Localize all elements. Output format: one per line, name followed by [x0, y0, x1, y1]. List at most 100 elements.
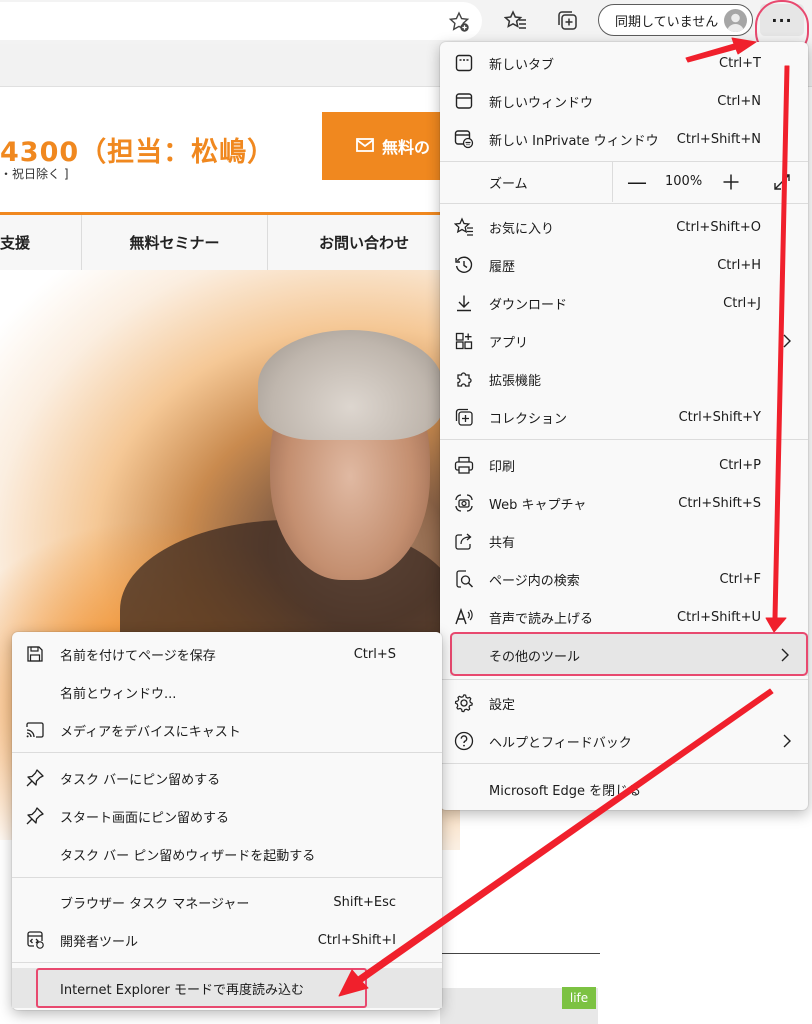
fullscreen-icon — [774, 174, 790, 190]
menu-item-new-window[interactable]: 新しいウィンドウ Ctrl+N — [440, 82, 808, 120]
submenu-item-task-manager[interactable]: ブラウザー タスク マネージャー Shift+Esc — [12, 883, 442, 921]
menu-item-label: Microsoft Edge を閉じる — [489, 783, 642, 799]
menu-item-read-aloud[interactable]: 音声で読み上げる Ctrl+Shift+U — [440, 598, 808, 636]
submenu-item-cast-media[interactable]: メディアをデバイスにキャスト — [12, 711, 442, 749]
submenu-item-label: 名前を付けてページを保存 — [60, 648, 216, 664]
menu-item-shortcut: Ctrl+T — [719, 55, 761, 71]
menu-item-history[interactable]: 履歴 Ctrl+H — [440, 246, 808, 284]
menu-item-label: 共有 — [489, 535, 516, 551]
zoom-in-button[interactable] — [719, 170, 743, 194]
menu-item-share[interactable]: 共有 — [440, 522, 808, 560]
address-bar[interactable] — [0, 2, 482, 40]
submenu-item-shortcut: Ctrl+S — [353, 646, 396, 662]
menu-item-label: Web キャプチャ — [489, 497, 587, 513]
menu-item-label: ダウンロード — [489, 297, 568, 313]
collections-icon[interactable] — [554, 7, 582, 35]
menu-item-collections[interactable]: コレクション Ctrl+Shift+Y — [440, 398, 808, 436]
submenu-item-save-page[interactable]: 名前を付けてページを保存 Ctrl+S — [12, 635, 442, 673]
extensions-icon — [454, 369, 474, 389]
pin-icon — [25, 768, 45, 788]
submenu-item-name-window[interactable]: 名前とウィンドウ... — [12, 673, 442, 711]
menu-item-settings[interactable]: 設定 — [440, 684, 808, 722]
menu-item-shortcut: Ctrl+Shift+S — [678, 495, 761, 511]
plus-icon — [723, 174, 739, 190]
site-navigation: 支援 無料セミナー お問い合わせ — [0, 212, 460, 270]
menu-item-find-on-page[interactable]: ページ内の検索 Ctrl+F — [440, 560, 808, 598]
menu-item-shortcut: Ctrl+Shift+Y — [678, 409, 761, 425]
submenu-item-pin-wizard[interactable]: タスク バー ピン留めウィザードを起動する — [12, 835, 442, 873]
zoom-level: 100% — [665, 174, 703, 189]
apps-icon — [454, 331, 474, 351]
add-favorite-icon[interactable] — [445, 8, 473, 36]
menu-item-label: 新しいウィンドウ — [489, 95, 594, 111]
menu-item-new-inprivate[interactable]: 新しい InPrivate ウィンドウ Ctrl+Shift+N — [440, 120, 808, 158]
zoom-out-button[interactable]: — — [625, 170, 649, 194]
phone-number-heading: 4300（担当：松嶋） — [0, 137, 276, 168]
nav-item-contact[interactable]: お問い合わせ — [268, 215, 460, 270]
submenu-item-devtools[interactable]: 開発者ツール Ctrl+Shift+I — [12, 921, 442, 959]
menu-item-close-edge[interactable]: Microsoft Edge を閉じる — [440, 770, 808, 808]
devtools-icon — [25, 930, 45, 950]
submenu-item-label: タスク バー ピン留めウィザードを起動する — [60, 848, 316, 864]
submenu-item-label: スタート画面にピン留めする — [60, 810, 230, 826]
nav-item-seminar[interactable]: 無料セミナー — [82, 215, 268, 270]
submenu-item-pin-taskbar[interactable]: タスク バーにピン留めする — [12, 759, 442, 797]
menu-item-extensions[interactable]: 拡張機能 — [440, 360, 808, 398]
menu-item-apps[interactable]: アプリ — [440, 322, 808, 360]
mail-icon — [356, 137, 374, 153]
zoom-controls: — 100% — [612, 162, 773, 202]
favorites-icon — [454, 217, 474, 237]
zoom-label: ズーム — [489, 177, 528, 192]
free-consult-label: 無料の — [382, 138, 431, 157]
read-aloud-icon — [454, 607, 474, 627]
pin-icon — [25, 806, 45, 826]
menu-item-downloads[interactable]: ダウンロード Ctrl+J — [440, 284, 808, 322]
new-tab-icon — [454, 53, 474, 73]
hero-surfer-hair — [258, 330, 443, 440]
nav-item-support[interactable]: 支援 — [0, 215, 82, 270]
menu-item-new-tab[interactable]: 新しいタブ Ctrl+T — [440, 44, 808, 82]
find-icon — [454, 569, 474, 589]
settings-icon — [454, 693, 474, 713]
menu-divider — [440, 679, 808, 680]
submenu-item-shortcut: Shift+Esc — [333, 894, 396, 910]
inprivate-icon — [454, 129, 474, 149]
menu-item-print[interactable]: 印刷 Ctrl+P — [440, 446, 808, 484]
menu-divider — [12, 962, 442, 963]
menu-item-shortcut: Ctrl+N — [717, 93, 761, 109]
menu-item-shortcut: Ctrl+Shift+U — [677, 609, 761, 625]
favorites-icon[interactable] — [502, 7, 530, 35]
cast-icon — [25, 720, 45, 740]
menu-item-label: 音声で読み上げる — [489, 611, 594, 627]
settings-and-more-menu: 新しいタブ Ctrl+T 新しいウィンドウ Ctrl+N 新しい InPriva… — [440, 42, 808, 810]
submenu-item-label: メディアをデバイスにキャスト — [60, 724, 241, 740]
share-icon — [454, 531, 474, 551]
history-icon — [454, 255, 474, 275]
sync-profile-button[interactable]: 同期していません — [598, 4, 753, 36]
menu-item-label: アプリ — [489, 335, 529, 351]
menu-item-shortcut: Ctrl+J — [723, 295, 761, 311]
menu-item-help-feedback[interactable]: ヘルプとフィードバック — [440, 722, 808, 760]
menu-item-label: 新しい InPrivate ウィンドウ — [489, 133, 659, 149]
free-consult-button[interactable]: 無料の — [322, 112, 452, 180]
menu-item-label: 設定 — [489, 697, 516, 713]
chevron-right-icon — [782, 333, 792, 349]
menu-item-shortcut: Ctrl+Shift+N — [676, 131, 761, 147]
chevron-right-icon — [782, 733, 792, 749]
menu-item-favorites[interactable]: お気に入り Ctrl+Shift+O — [440, 208, 808, 246]
menu-item-label: 履歴 — [489, 259, 516, 275]
submenu-item-pin-start[interactable]: スタート画面にピン留めする — [12, 797, 442, 835]
menu-item-label: 拡張機能 — [489, 373, 542, 389]
fullscreen-button[interactable] — [770, 170, 794, 194]
submenu-item-shortcut: Ctrl+Shift+I — [317, 932, 396, 948]
menu-divider — [440, 439, 808, 440]
menu-divider — [12, 752, 442, 753]
menu-item-web-capture[interactable]: Web キャプチャ Ctrl+Shift+S — [440, 484, 808, 522]
download-icon — [454, 293, 474, 313]
menu-divider — [440, 763, 808, 764]
category-badge: life — [562, 987, 596, 1009]
new-window-icon — [454, 91, 474, 111]
save-icon — [25, 644, 45, 664]
collections-icon — [454, 407, 474, 427]
submenu-item-label: 名前とウィンドウ... — [60, 686, 177, 702]
